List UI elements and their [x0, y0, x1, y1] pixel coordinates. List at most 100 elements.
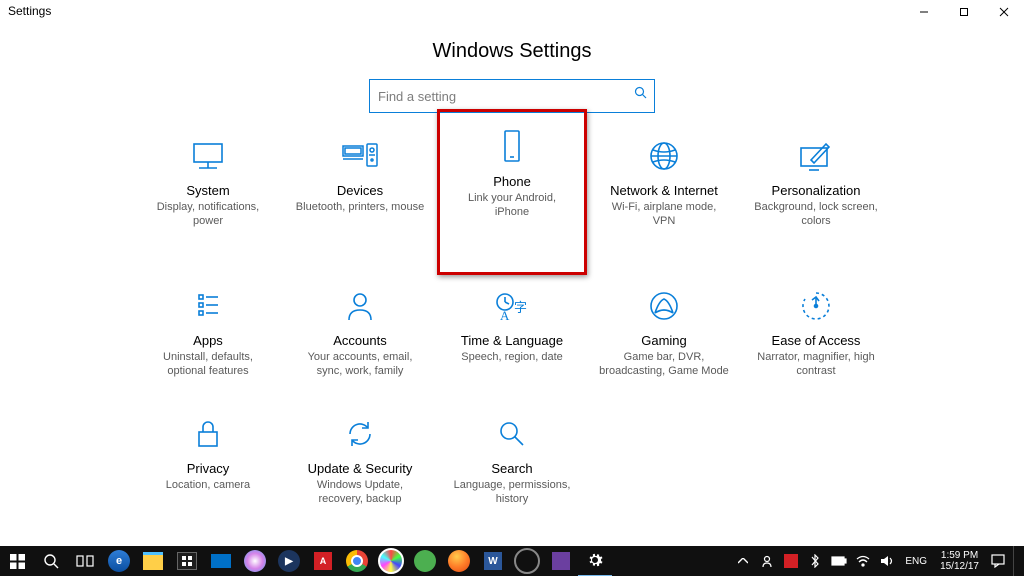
tray-action-center-icon[interactable]: [989, 546, 1007, 576]
search-icon: [634, 86, 647, 99]
taskbar: e ▶ A W ENG 1:59 PM 15/12/17: [0, 546, 1024, 576]
tile-label: Gaming: [593, 333, 735, 348]
tile-desc: Wi-Fi, airplane mode, VPN: [593, 200, 735, 229]
tile-label: Apps: [137, 333, 279, 348]
tile-ease-of-access[interactable]: Ease of Access Narrator, magnifier, high…: [741, 277, 891, 405]
tile-desc: Link your Android, iPhone: [444, 191, 580, 220]
tile-label: Personalization: [745, 183, 887, 198]
taskbar-app-circle[interactable]: [510, 546, 544, 576]
taskbar-app-green[interactable]: [408, 546, 442, 576]
ease-of-access-icon: [745, 287, 887, 325]
settings-page: Windows Settings System Display, notific…: [0, 28, 1024, 533]
minimize-button[interactable]: [904, 0, 944, 24]
tile-devices[interactable]: Devices Bluetooth, printers, mouse: [285, 127, 435, 255]
tile-system[interactable]: System Display, notifications, power: [133, 127, 283, 255]
tile-desc: Game bar, DVR, broadcasting, Game Mode: [593, 350, 735, 379]
tray-bluetooth-icon[interactable]: [806, 546, 824, 576]
taskbar-app-acrobat[interactable]: A: [306, 546, 340, 576]
system-icon: [137, 137, 279, 175]
taskbar-app-media[interactable]: ▶: [272, 546, 306, 576]
gaming-icon: [593, 287, 735, 325]
tile-search[interactable]: Search Language, permissions, history: [437, 405, 587, 533]
tile-gaming[interactable]: Gaming Game bar, DVR, broadcasting, Game…: [589, 277, 739, 405]
window-title: Settings: [0, 0, 59, 22]
tile-label: Update & Security: [289, 461, 431, 476]
task-view-icon[interactable]: [68, 546, 102, 576]
apps-icon: [137, 287, 279, 325]
taskbar-app-settings[interactable]: [578, 545, 612, 576]
tile-label: Search: [441, 461, 583, 476]
magnifier-icon: [441, 415, 583, 453]
taskbar-app-purple[interactable]: [544, 546, 578, 576]
tile-time-language[interactable]: A 字 Time & Language Speech, region, date: [437, 277, 587, 405]
tray-battery-icon[interactable]: [830, 546, 848, 576]
tile-update-security[interactable]: Update & Security Windows Update, recove…: [285, 405, 435, 533]
tile-desc: Windows Update, recovery, backup: [289, 478, 431, 507]
taskbar-app-word[interactable]: W: [476, 546, 510, 576]
globe-icon: [593, 137, 735, 175]
tile-label: Ease of Access: [745, 333, 887, 348]
tile-label: Time & Language: [441, 333, 583, 348]
tile-desc: Narrator, magnifier, high contrast: [745, 350, 887, 379]
tile-desc: Display, notifications, power: [137, 200, 279, 229]
lock-icon: [137, 415, 279, 453]
search-input[interactable]: [369, 79, 655, 113]
svg-text:A: A: [500, 308, 510, 323]
accounts-icon: [289, 287, 431, 325]
svg-text:字: 字: [514, 300, 527, 315]
tile-desc: Bluetooth, printers, mouse: [289, 200, 431, 214]
maximize-button[interactable]: [944, 0, 984, 24]
tray-volume-icon[interactable]: [878, 546, 896, 576]
taskbar-app-paint[interactable]: [374, 546, 408, 576]
tray-wifi-icon[interactable]: [854, 546, 872, 576]
titlebar: Settings: [0, 0, 1024, 28]
tile-desc: Speech, region, date: [441, 350, 583, 364]
tray-time: 1:59 PM: [941, 550, 978, 561]
tray-clock[interactable]: 1:59 PM 15/12/17: [936, 550, 983, 572]
tray-overflow-icon[interactable]: [734, 546, 752, 576]
taskbar-app-itunes[interactable]: [238, 546, 272, 576]
close-button[interactable]: [984, 0, 1024, 24]
cortana-search-icon[interactable]: [34, 546, 68, 576]
phone-icon: [444, 128, 580, 166]
tile-label: Phone: [444, 174, 580, 189]
tray-language-label: ENG: [905, 556, 927, 567]
taskbar-app-edge[interactable]: e: [102, 546, 136, 576]
taskbar-tray: ENG 1:59 PM 15/12/17: [734, 546, 1024, 576]
tile-privacy[interactable]: Privacy Location, camera: [133, 405, 283, 533]
tile-desc: Location, camera: [137, 478, 279, 492]
tile-label: Accounts: [289, 333, 431, 348]
update-icon: [289, 415, 431, 453]
time-language-icon: A 字: [441, 287, 583, 325]
taskbar-app-explorer[interactable]: [136, 546, 170, 576]
show-desktop-button[interactable]: [1013, 546, 1020, 576]
tile-apps[interactable]: Apps Uninstall, defaults, optional featu…: [133, 277, 283, 405]
tile-desc: Background, lock screen, colors: [745, 200, 887, 229]
tile-phone[interactable]: Phone Link your Android, iPhone: [437, 109, 587, 275]
taskbar-left: e ▶ A W: [0, 546, 612, 576]
tray-people-icon[interactable]: [758, 546, 776, 576]
tray-language[interactable]: ENG: [902, 546, 930, 576]
tile-personalization[interactable]: Personalization Background, lock screen,…: [741, 127, 891, 255]
tile-network[interactable]: Network & Internet Wi-Fi, airplane mode,…: [589, 127, 739, 255]
tile-desc: Uninstall, defaults, optional features: [137, 350, 279, 379]
taskbar-app-mail[interactable]: [204, 546, 238, 576]
page-title: Windows Settings: [433, 40, 592, 63]
tray-app-icon[interactable]: [782, 546, 800, 576]
tile-label: System: [137, 183, 279, 198]
devices-icon: [289, 137, 431, 175]
settings-grid: System Display, notifications, power Dev…: [133, 127, 891, 405]
tile-label: Network & Internet: [593, 183, 735, 198]
personalization-icon: [745, 137, 887, 175]
tray-date: 15/12/17: [940, 561, 979, 572]
taskbar-app-firefox[interactable]: [442, 546, 476, 576]
tile-label: Devices: [289, 183, 431, 198]
tile-accounts[interactable]: Accounts Your accounts, email, sync, wor…: [285, 277, 435, 405]
taskbar-app-store[interactable]: [170, 546, 204, 576]
tile-label: Privacy: [137, 461, 279, 476]
taskbar-app-chrome[interactable]: [340, 546, 374, 576]
tile-desc: Your accounts, email, sync, work, family: [289, 350, 431, 379]
tile-desc: Language, permissions, history: [441, 478, 583, 507]
start-button[interactable]: [0, 546, 34, 576]
window-controls: [904, 0, 1024, 24]
